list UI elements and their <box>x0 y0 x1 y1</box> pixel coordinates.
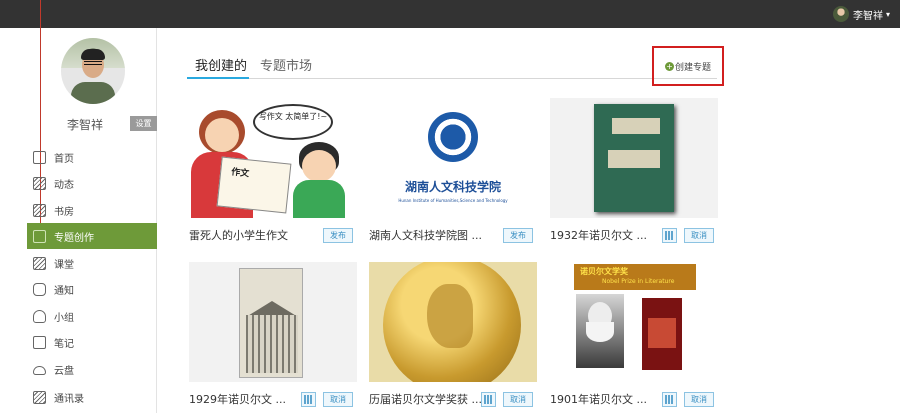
cloud-icon <box>33 366 46 375</box>
sidebar-item-topic[interactable]: 专题创作 <box>27 223 157 249</box>
topic-title[interactable]: 历届诺贝尔文学奖获 ... <box>369 391 482 407</box>
cancel-button[interactable]: 取消 <box>503 392 533 407</box>
sidebar-item-label: 通讯录 <box>54 393 84 405</box>
nobel-banner: 诺贝尔文学奖 Nobel Prize in Literature <box>574 264 696 290</box>
sidebar-item-label: 通知 <box>54 285 74 297</box>
sidebar: 李智祥 设置 首页 动态 书房 专题创作 课堂 通知 小组 笔记 云盘 通讯录 <box>27 28 157 413</box>
home-icon <box>33 150 46 164</box>
sidebar-item-label: 专题创作 <box>54 232 94 244</box>
topic-tabs: 我创建的 专题市场 <box>187 45 717 79</box>
cancel-button[interactable]: 取消 <box>684 392 714 407</box>
create-topic-label: 创建专题 <box>675 63 712 73</box>
school-name: 湖南人文科技学院 <box>404 180 501 194</box>
study-icon <box>33 203 46 217</box>
class-icon <box>33 256 46 270</box>
avatar[interactable] <box>61 38 125 104</box>
school-name-en: Hunan Institute of Humanities,Science an… <box>398 198 508 203</box>
cancel-button[interactable]: 取消 <box>323 392 353 407</box>
topic-title[interactable]: 1929年诺贝尔文 ... <box>189 391 286 407</box>
group-icon <box>33 309 46 323</box>
topic-title[interactable]: 雷死人的小学生作文 <box>189 227 288 243</box>
banner-subtitle: Nobel Prize in Literature <box>602 278 675 285</box>
topic-icon <box>33 229 46 243</box>
qr-code-icon[interactable] <box>662 228 677 243</box>
contacts-icon <box>33 390 46 404</box>
sidebar-item-label: 小组 <box>54 312 74 324</box>
banner-title: 诺贝尔文学奖 <box>580 267 628 276</box>
tab-my-created[interactable]: 我创建的 <box>195 55 247 74</box>
topic-thumbnail[interactable]: 湖南人文科技学院 Hunan Institute of Humanities,S… <box>369 98 537 218</box>
topic-thumbnail[interactable] <box>550 98 718 218</box>
topic-thumbnail[interactable]: 写作文 太简单了!~ 作文 <box>189 98 357 218</box>
tab-topic-market[interactable]: 专题市场 <box>260 55 312 74</box>
sidebar-item-label: 云盘 <box>54 365 74 377</box>
active-tab-indicator <box>187 77 249 79</box>
qr-code-icon[interactable] <box>481 392 496 407</box>
sidebar-item-contacts[interactable]: 通讯录 <box>27 384 157 410</box>
settings-button[interactable]: 设置 <box>130 116 157 131</box>
sidebar-item-label: 课堂 <box>54 259 74 271</box>
cancel-button[interactable]: 取消 <box>684 228 714 243</box>
chevron-down-icon[interactable]: ▾ <box>886 10 890 19</box>
publish-button[interactable]: 发布 <box>503 228 533 243</box>
top-bar: 李智祥 ▾ <box>0 0 900 28</box>
user-avatar-small[interactable] <box>832 6 849 22</box>
sidebar-item-group[interactable]: 小组 <box>27 303 157 329</box>
topic-thumbnail[interactable] <box>369 262 537 382</box>
sidebar-item-label: 首页 <box>54 153 74 165</box>
sidebar-item-label: 动态 <box>54 179 74 191</box>
topic-thumbnail[interactable]: 诺贝尔文学奖 Nobel Prize in Literature <box>550 262 718 382</box>
profile-name: 李智祥 <box>67 118 104 132</box>
sidebar-item-study[interactable]: 书房 <box>27 197 157 223</box>
plus-icon: + <box>665 62 674 71</box>
sidebar-item-feed[interactable]: 动态 <box>27 170 157 196</box>
topic-title[interactable]: 1932年诺贝尔文 ... <box>550 227 647 243</box>
sidebar-item-cloud[interactable]: 云盘 <box>27 356 157 382</box>
topic-thumbnail[interactable] <box>189 262 357 382</box>
sidebar-item-notice[interactable]: 通知 <box>27 276 157 302</box>
sidebar-item-class[interactable]: 课堂 <box>27 250 157 276</box>
sidebar-item-note[interactable]: 笔记 <box>27 329 157 355</box>
user-menu[interactable]: 李智祥 ▾ <box>832 4 890 24</box>
topic-title[interactable]: 湖南人文科技学院图 ... <box>369 227 482 243</box>
speech-bubble: 写作文 太简单了!~ <box>253 104 333 140</box>
paper-label: 作文 <box>230 167 250 180</box>
sidebar-item-home[interactable]: 首页 <box>27 144 157 170</box>
sidebar-item-label: 书房 <box>54 206 74 218</box>
sidebar-item-label: 笔记 <box>54 338 74 350</box>
qr-code-icon[interactable] <box>662 392 677 407</box>
notice-icon <box>33 282 46 296</box>
topic-title[interactable]: 1901年诺贝尔文 ... <box>550 391 647 407</box>
note-icon <box>33 335 46 349</box>
feed-icon <box>33 176 46 190</box>
create-topic-button[interactable]: + 创建专题 <box>665 60 711 73</box>
school-logo-icon <box>428 112 478 162</box>
qr-code-icon[interactable] <box>301 392 316 407</box>
user-name-top[interactable]: 李智祥 <box>853 7 883 22</box>
publish-button[interactable]: 发布 <box>323 228 353 243</box>
